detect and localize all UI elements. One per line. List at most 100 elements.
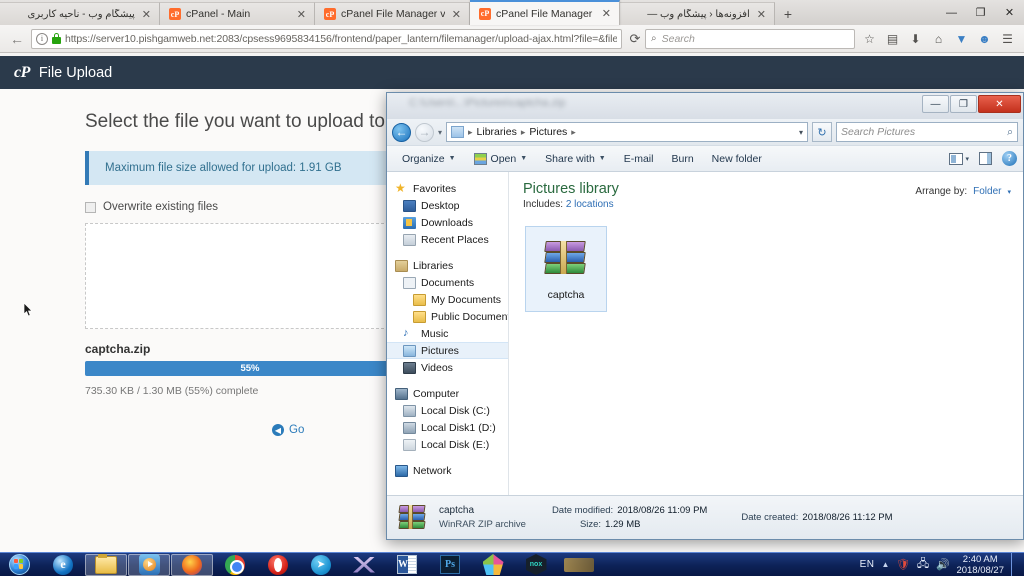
start-button[interactable] [0, 553, 38, 576]
open-button[interactable]: Open ▼ [465, 150, 537, 168]
nav-item-recent-places[interactable]: Recent Places [387, 231, 508, 248]
language-indicator[interactable]: EN [860, 559, 875, 570]
pocket-icon[interactable]: ▼ [951, 28, 972, 49]
explorer-minimize-button[interactable]: — [922, 95, 949, 113]
minimize-button[interactable]: — [937, 0, 966, 25]
chevron-down-icon[interactable]: ▾ [799, 128, 803, 137]
nav-item-local-disk1-d[interactable]: Local Disk1 (D:) [387, 419, 508, 436]
address-bar[interactable]: i https://server10.pishgamweb.net:2083/c… [31, 28, 622, 49]
preview-pane-icon[interactable] [979, 152, 992, 165]
nav-item-local-disk-e[interactable]: Local Disk (E:) [387, 436, 508, 453]
explorer-search-input[interactable]: Search Pictures ⌕ [836, 122, 1018, 142]
taskbar-button-internet-explorer[interactable]: e [42, 554, 84, 576]
nav-item-my-documents[interactable]: My Documents [387, 291, 508, 308]
nav-item-label: Downloads [421, 216, 473, 229]
taskbar-button-windows-explorer[interactable] [85, 553, 127, 576]
nav-item-desktop[interactable]: Desktop [387, 197, 508, 214]
help-icon[interactable]: ? [1002, 151, 1017, 166]
taskbar-button-firefox[interactable] [171, 553, 213, 576]
change-view-icon[interactable] [949, 152, 964, 165]
taskbar-button-xmarks[interactable] [343, 554, 385, 576]
refresh-icon[interactable]: ↻ [812, 122, 832, 142]
close-icon[interactable]: ✕ [755, 8, 768, 21]
nav-item-videos[interactable]: Videos [387, 359, 508, 376]
back-arrow-icon[interactable]: ← [6, 28, 28, 50]
forward-icon[interactable]: → [415, 122, 434, 142]
close-icon[interactable]: ✕ [600, 7, 613, 20]
explorer-close-button[interactable]: ✕ [978, 95, 1021, 113]
taskbar-button-telegram[interactable] [300, 554, 342, 576]
arrange-by-control[interactable]: Arrange by: Folder ▾ [915, 180, 1011, 197]
taskbar-button-opera[interactable] [257, 554, 299, 576]
volume-icon[interactable]: 🔊 [936, 558, 950, 571]
taskbar-button-microsoft-word[interactable]: W [386, 554, 428, 576]
new-folder-button[interactable]: New folder [703, 150, 771, 168]
arrange-by-label: Arrange by: [915, 186, 968, 197]
windows-explorer-window[interactable]: C:\Users\...\Pictures\captcha.zip — ❐ ✕ … [386, 92, 1024, 540]
show-hidden-icons-icon[interactable]: ▲ [882, 560, 890, 569]
nav-item-computer[interactable]: Computer [387, 385, 508, 402]
browser-tab-2[interactable]: cP cPanel File Manager v3 ✕ [315, 2, 470, 25]
overwrite-checkbox[interactable] [85, 201, 96, 213]
explorer-title-bar[interactable]: C:\Users\...\Pictures\captcha.zip — ❐ ✕ [387, 93, 1023, 119]
browser-tab-4[interactable]: افزونه‌ها ‹ پیشگام وب — وردپرس ✕ [620, 2, 775, 25]
nav-item-music[interactable]: ♪ Music [387, 325, 508, 342]
page-info-icon[interactable]: i [36, 32, 48, 45]
address-breadcrumb-field[interactable]: ▸ Libraries ▸ Pictures ▸ ▾ [446, 122, 808, 142]
clock[interactable]: 2:40 AM 2018/08/27 [956, 554, 1004, 576]
show-desktop-button[interactable] [1011, 552, 1020, 576]
close-icon[interactable]: ✕ [295, 8, 308, 21]
library-icon[interactable]: ▤ [882, 28, 903, 49]
taskbar-button-nox-player[interactable]: nox [515, 554, 557, 576]
taskbar-button-photoshop[interactable]: Ps [429, 554, 471, 576]
taskbar-button-google-chrome[interactable] [214, 554, 256, 576]
file-item-captcha[interactable]: captcha [525, 226, 607, 312]
menu-icon[interactable]: ☰ [997, 28, 1018, 49]
explorer-file-list-pane[interactable]: Pictures library Includes: 2 locations A… [509, 172, 1023, 495]
close-icon[interactable]: ✕ [450, 8, 463, 21]
browser-tab-1[interactable]: cP cPanel - Main ✕ [160, 2, 315, 25]
organize-button[interactable]: Organize ▼ [393, 150, 465, 168]
nav-item-local-disk-c[interactable]: Local Disk (C:) [387, 402, 508, 419]
new-tab-button[interactable]: + [775, 2, 801, 25]
downloads-icon[interactable]: ⬇ [905, 28, 926, 49]
home-icon[interactable]: ⌂ [928, 28, 949, 49]
browser-tab-3-active[interactable]: cP cPanel File Manager v3 - File ✕ [470, 0, 620, 25]
nav-item-network[interactable]: Network [387, 462, 508, 479]
open-icon [473, 152, 487, 165]
nav-item-documents[interactable]: Documents [387, 274, 508, 291]
email-button[interactable]: E-mail [615, 150, 663, 168]
includes-locations-link[interactable]: 2 locations [566, 199, 614, 210]
nav-item-downloads[interactable]: Downloads [387, 214, 508, 231]
taskbar-buttons: e W Ps nox [42, 553, 600, 576]
chevron-down-icon[interactable]: ▾ [965, 155, 969, 163]
taskbar-button-minimized-window[interactable] [558, 554, 600, 576]
history-dropdown-icon[interactable]: ▾ [438, 128, 442, 137]
explorer-navigation-pane[interactable]: ★ Favorites Desktop Downloads Recent Places L… [387, 172, 509, 495]
account-icon[interactable]: ☻ [974, 28, 995, 49]
close-icon[interactable]: ✕ [140, 8, 153, 21]
star-icon[interactable]: ☆ [859, 28, 880, 49]
taskbar-button-colorful-app[interactable] [472, 554, 514, 576]
nav-item-favorites[interactable]: ★ Favorites [387, 180, 508, 197]
maximize-button[interactable]: ❐ [966, 0, 995, 25]
nav-item-libraries[interactable]: Libraries [387, 257, 508, 274]
security-icon[interactable]: 🛡 [896, 558, 910, 571]
breadcrumb-separator: ▸ [468, 126, 473, 137]
breadcrumb-pictures[interactable]: Pictures [529, 126, 567, 138]
share-with-button[interactable]: Share with ▼ [536, 150, 615, 168]
search-placeholder: Search [661, 32, 695, 45]
burn-button[interactable]: Burn [662, 150, 702, 168]
taskbar-button-windows-media-player[interactable] [128, 553, 170, 576]
close-window-button[interactable]: ✕ [995, 0, 1024, 25]
reload-icon[interactable]: ⟳ [625, 31, 645, 47]
network-icon[interactable]: 🖧 [916, 558, 929, 571]
nav-item-public-documents[interactable]: Public Documents [387, 308, 508, 325]
nav-item-pictures[interactable]: Pictures [387, 342, 508, 359]
go-back-link[interactable]: ◀ Go [272, 424, 304, 436]
breadcrumb-libraries[interactable]: Libraries [477, 126, 517, 138]
explorer-maximize-button[interactable]: ❐ [950, 95, 977, 113]
search-bar[interactable]: ⌕ Search [645, 28, 855, 49]
back-icon[interactable]: ← [392, 122, 411, 142]
browser-tab-0[interactable]: پیشگام وب - ناحیه کاربری ✕ [0, 2, 160, 25]
